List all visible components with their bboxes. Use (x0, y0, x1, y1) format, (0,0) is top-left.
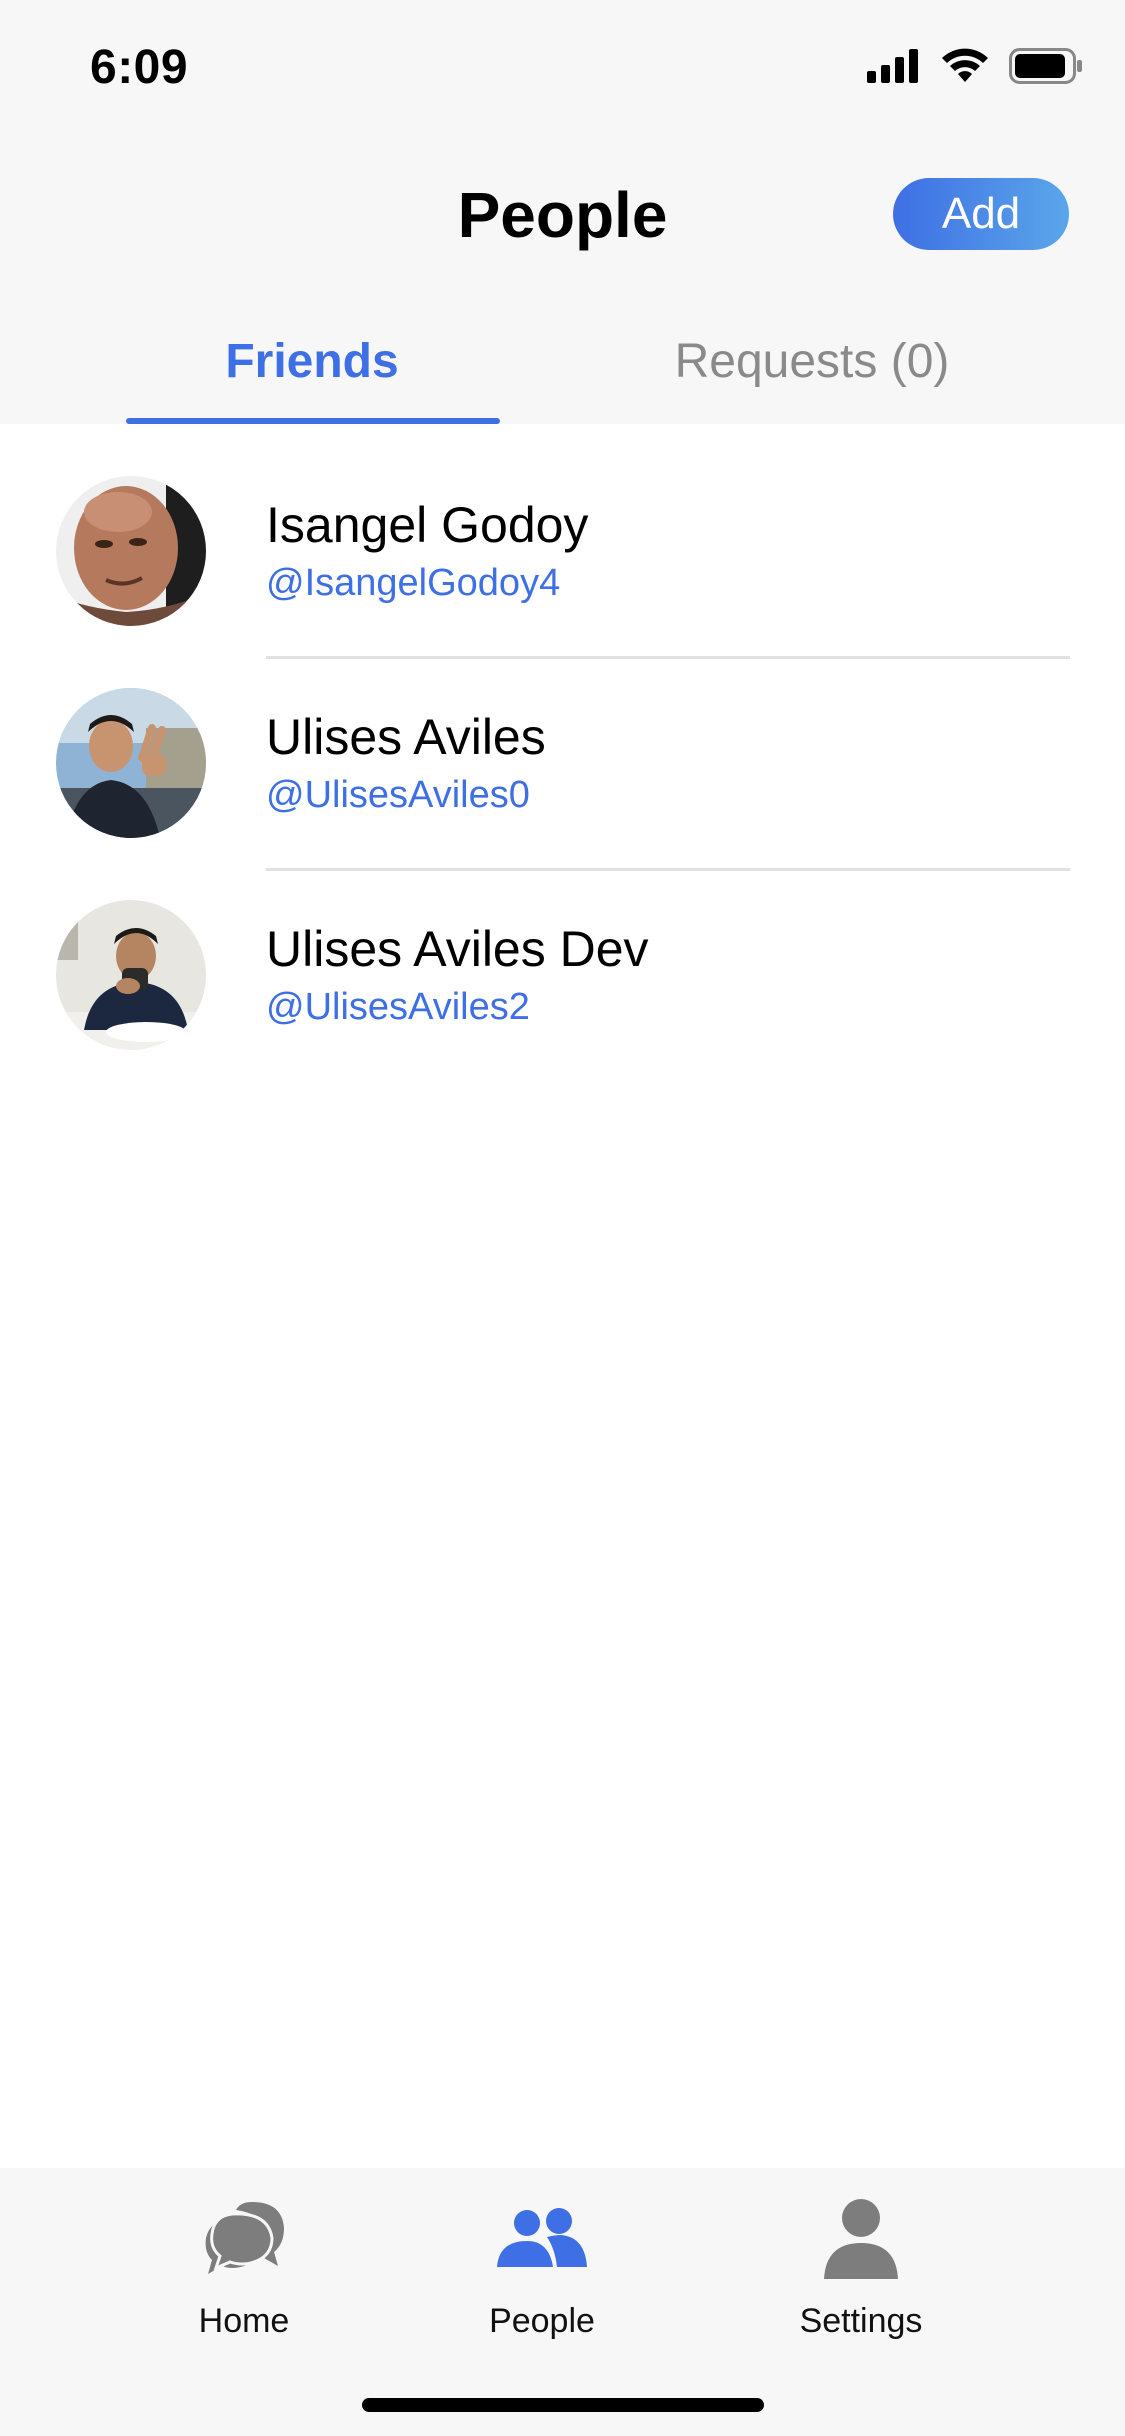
friend-name: Ulises Aviles (266, 709, 546, 765)
friend-handle: @UlisesAviles2 (266, 986, 530, 1028)
tab-bar-people[interactable]: People (432, 2196, 652, 2346)
tab-bar-settings[interactable]: Settings (751, 2196, 971, 2346)
add-button[interactable]: Add (893, 178, 1069, 250)
friend-name: Ulises Aviles Dev (266, 921, 649, 977)
avatar (56, 688, 206, 838)
person-icon (822, 2197, 900, 2286)
chat-bubbles-icon (202, 2198, 286, 2285)
status-bar: 6:09 (0, 0, 1125, 132)
tab-bar-label-home: Home (198, 2302, 290, 2340)
friend-row[interactable]: Ulises Aviles Dev @UlisesAviles2 (0, 848, 1125, 1060)
cellular-signal-icon (867, 49, 921, 88)
avatar (56, 476, 206, 626)
people-icon (497, 2207, 587, 2276)
status-time: 6:09 (90, 41, 189, 94)
friend-row[interactable]: Isangel Godoy @IsangelGodoy4 (0, 424, 1125, 659)
tab-bar-label-people: People (489, 2302, 595, 2340)
segmented-tabs: Friends Requests (0) (0, 322, 1125, 424)
tab-friends[interactable]: Friends (62, 322, 562, 424)
home-indicator (362, 2398, 764, 2412)
friend-handle: @UlisesAviles0 (266, 774, 530, 816)
tab-requests[interactable]: Requests (0) (562, 322, 1062, 424)
status-icons (867, 48, 1083, 89)
battery-icon (1009, 48, 1083, 89)
friend-handle: @IsangelGodoy4 (266, 562, 561, 604)
tab-bar-home[interactable]: Home (134, 2196, 354, 2346)
tab-bar-label-settings: Settings (799, 2302, 923, 2340)
tab-bar: Home People Settings (0, 2168, 1125, 2436)
avatar (56, 900, 206, 1050)
wifi-icon (941, 48, 989, 89)
friend-row[interactable]: Ulises Aviles @UlisesAviles0 (0, 636, 1125, 871)
header: People Add Friends Requests (0) (0, 132, 1125, 424)
friend-name: Isangel Godoy (266, 497, 589, 553)
